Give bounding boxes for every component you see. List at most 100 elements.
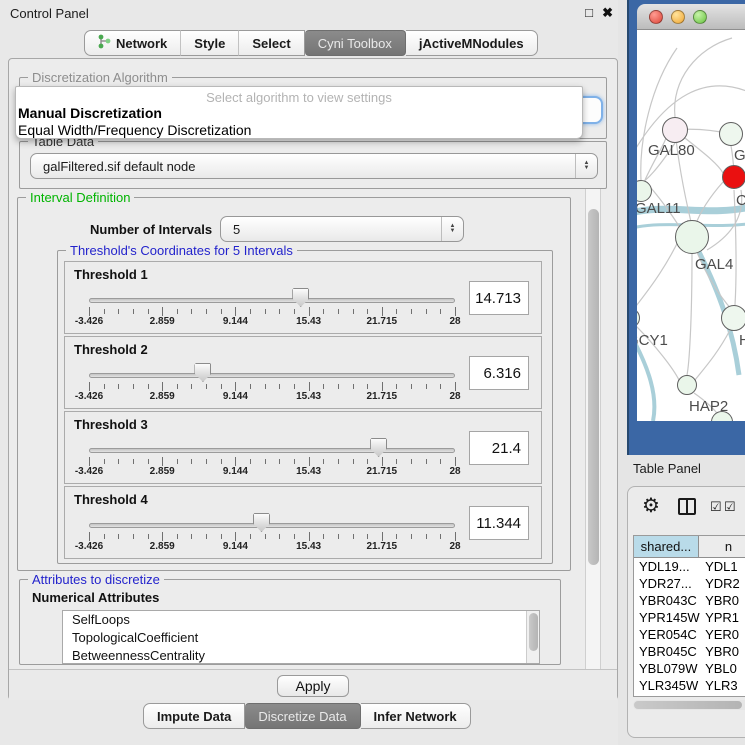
slider-thumb[interactable] [370, 438, 387, 457]
popup-option-manual[interactable]: Manual Discretization [16, 105, 582, 122]
slider-tick-labels: -3.4262.8599.14415.4321.71528 [65, 541, 541, 554]
tick-mark [396, 459, 397, 464]
tick-mark [294, 459, 295, 464]
tick-mark [235, 532, 236, 541]
attributes-list-scrollbar[interactable] [526, 611, 539, 663]
list-item[interactable]: TopologicalCoefficient [63, 629, 539, 647]
tick-mark [133, 384, 134, 389]
network-view-window: GAL80GCGAL11GAL4GCY1HHAP2 [627, 0, 745, 455]
threshold-value-input[interactable]: 14.713 [469, 281, 529, 315]
threshold-row: Threshold 2 -3.4262.8599.14415.4321.7152… [64, 336, 542, 409]
table-row[interactable]: YLR345WYLR3 [634, 677, 745, 694]
network-node[interactable] [675, 220, 709, 254]
tick-mark [367, 309, 368, 314]
table-data-combo[interactable]: galFiltered.sif default node ▲ ▼ [30, 153, 598, 179]
slider-track[interactable] [89, 373, 455, 378]
tab-impute-data[interactable]: Impute Data [143, 703, 245, 729]
table-horizontal-scrollbar[interactable] [633, 700, 745, 710]
checkbox-checked-icon[interactable]: ☑ [724, 499, 736, 515]
close-traffic-light-icon[interactable] [649, 10, 663, 24]
apply-bar: Apply [9, 669, 617, 700]
column-header-shared[interactable]: shared... [634, 536, 699, 557]
network-node[interactable] [719, 122, 743, 146]
slider-track[interactable] [89, 448, 455, 453]
slider-track[interactable] [89, 298, 455, 303]
tab-style[interactable]: Style [181, 30, 239, 56]
node-table: shared... n YDL19...YDL1YDR27...YDR2YBR0… [633, 535, 745, 697]
threshold-value-input[interactable]: 6.316 [469, 356, 529, 390]
zoom-traffic-light-icon[interactable] [693, 10, 707, 24]
threshold-row: Threshold 4 -3.4262.8599.14415.4321.7152… [64, 486, 542, 559]
number-of-intervals-combo[interactable]: 5 ▲ ▼ [220, 216, 464, 242]
table-cell: YDR27... [634, 575, 701, 592]
network-node[interactable] [662, 117, 688, 143]
tick-mark [294, 534, 295, 539]
tick-label: 21.715 [367, 466, 398, 477]
network-node[interactable] [721, 305, 745, 331]
tick-mark [323, 384, 324, 389]
column-header-name[interactable]: n [699, 536, 745, 557]
tick-mark [162, 532, 163, 541]
tick-mark [396, 384, 397, 389]
tick-mark [455, 532, 456, 541]
popup-option-equal-width[interactable]: Equal Width/Frequency Discretization [16, 122, 582, 139]
tick-label: 21.715 [367, 391, 398, 402]
slider-thumb[interactable] [253, 513, 270, 532]
table-row[interactable]: YBR045CYBR0 [634, 643, 745, 660]
tick-mark [426, 459, 427, 464]
tick-label: -3.426 [75, 466, 103, 477]
table-row[interactable]: YDL19...YDL1 [634, 558, 745, 575]
slider-thumb[interactable] [292, 288, 309, 307]
tick-mark [206, 309, 207, 314]
close-icon[interactable]: ✖ [602, 5, 613, 21]
list-item[interactable]: BetweennessCentrality [63, 647, 539, 664]
attributes-list-scrollbar-thumb[interactable] [529, 613, 538, 651]
tick-mark [221, 459, 222, 464]
table-header-row: shared... n [634, 536, 745, 558]
table-cell: YBR0 [701, 592, 745, 609]
table-row[interactable]: YER054CYER0 [634, 626, 745, 643]
tab-cyni-toolbox[interactable]: Cyni Toolbox [305, 30, 406, 56]
network-node[interactable] [677, 375, 697, 395]
table-cell: YIL052C [634, 694, 701, 697]
tick-mark [440, 309, 441, 314]
algorithm-group-label: Discretization Algorithm [28, 70, 172, 85]
stepper-icon[interactable]: ▲ ▼ [441, 217, 463, 241]
tick-mark [89, 457, 90, 466]
node-label: GAL11 [637, 200, 681, 217]
table-row[interactable]: YPR145WYPR1 [634, 609, 745, 626]
tick-mark [221, 384, 222, 389]
stepper-icon[interactable]: ▲ ▼ [575, 154, 597, 178]
main-scrollbar[interactable] [585, 189, 601, 669]
list-item[interactable]: SelfLoops [63, 611, 539, 629]
threshold-value-input[interactable]: 21.4 [469, 431, 529, 465]
slider-thumb[interactable] [194, 363, 211, 382]
top-tab-bar: Network Style Select Cyni Toolbox jActiv… [84, 30, 538, 56]
table-row[interactable]: YDR27...YDR2 [634, 575, 745, 592]
table-horizontal-scrollbar-thumb[interactable] [634, 701, 742, 709]
tab-infer-network[interactable]: Infer Network [361, 703, 471, 729]
table-row[interactable]: YBL079WYBL0 [634, 660, 745, 677]
table-data-combo-value: galFiltered.sif default node [43, 159, 195, 174]
table-row[interactable]: YBR043CYBR0 [634, 592, 745, 609]
tab-discretize-data[interactable]: Discretize Data [245, 703, 360, 729]
network-node[interactable] [722, 165, 745, 189]
tick-mark [191, 384, 192, 389]
float-window-icon[interactable]: □ [585, 5, 593, 20]
tick-mark [382, 532, 383, 541]
main-scrollbar-thumb[interactable] [588, 209, 599, 565]
gear-icon[interactable]: ⚙ [642, 493, 660, 518]
cyni-content-panel: Discretization Algorithm Select algorith… [8, 58, 618, 700]
checkbox-checked-icon[interactable]: ☑ [710, 499, 722, 515]
tab-network[interactable]: Network [84, 30, 181, 56]
split-columns-icon[interactable] [678, 498, 696, 515]
minimize-traffic-light-icon[interactable] [671, 10, 685, 24]
tab-jactivemnodules[interactable]: jActiveMNodules [406, 30, 538, 56]
apply-button[interactable]: Apply [277, 675, 349, 697]
table-cell: YBR043C [634, 592, 701, 609]
slider-track[interactable] [89, 523, 455, 528]
threshold-value-input[interactable]: 11.344 [469, 506, 529, 540]
tab-select[interactable]: Select [239, 30, 304, 56]
threshold-label: Threshold 1 [74, 267, 148, 282]
table-row[interactable]: YIL052CYIL0 [634, 694, 745, 697]
